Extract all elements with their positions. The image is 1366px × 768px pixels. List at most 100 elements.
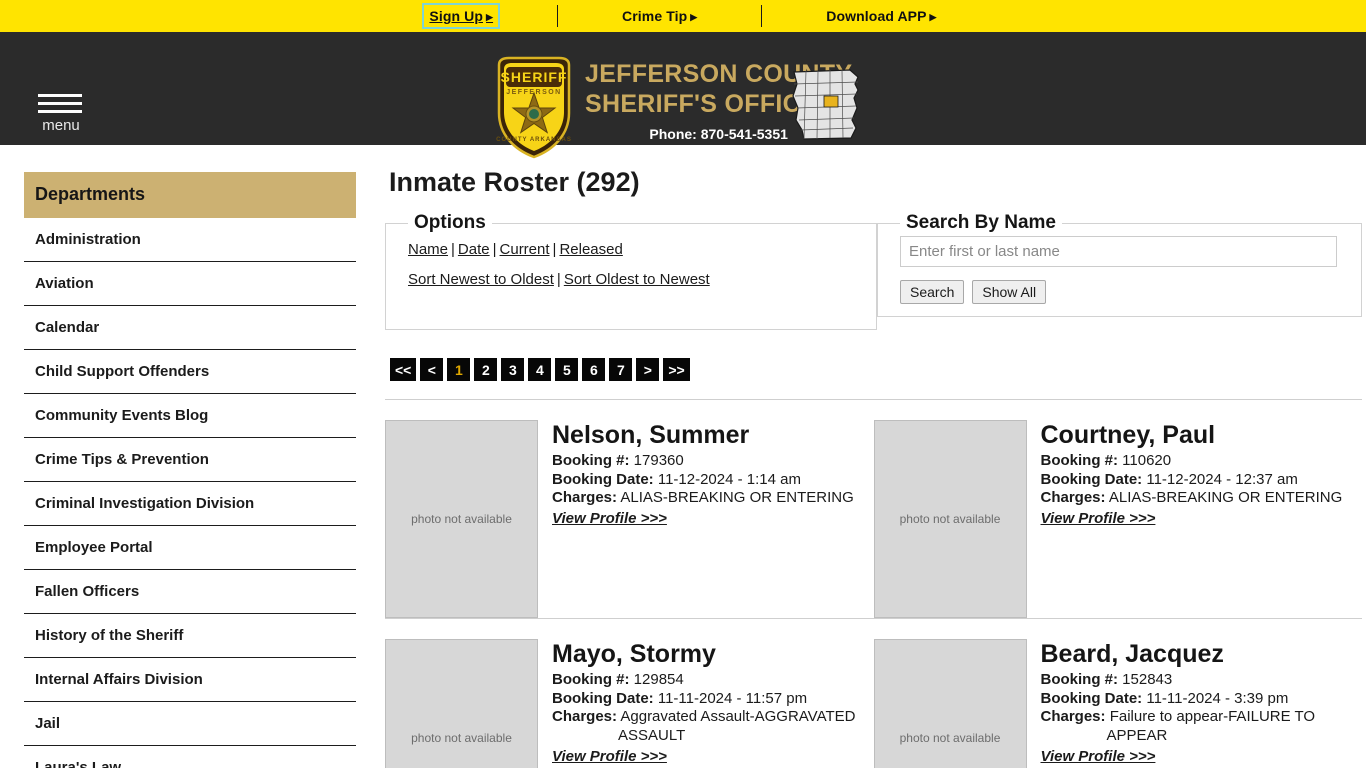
sidebar-item-jail[interactable]: Jail xyxy=(24,702,356,746)
view-profile-link[interactable]: View Profile >>> xyxy=(1041,748,1156,765)
pagination-page-3[interactable]: 3 xyxy=(501,358,525,381)
inmate-booking-number-line: Booking #: 179360 xyxy=(552,452,854,471)
pagination-page-2[interactable]: 2 xyxy=(474,358,498,381)
photo-placeholder-label: photo not available xyxy=(899,512,1001,526)
booking-number-value: 179360 xyxy=(633,452,684,470)
option-sort-newest-to-oldest-link[interactable]: Sort Newest to Oldest xyxy=(408,271,554,288)
option-separator: | xyxy=(451,241,455,258)
charges-label: Charges: xyxy=(1040,489,1106,507)
menu-button[interactable]: menu xyxy=(38,94,84,134)
sidebar-item-fallen-officers[interactable]: Fallen Officers xyxy=(24,570,356,614)
sidebar-item-child-support-offenders[interactable]: Child Support Offenders xyxy=(24,350,356,394)
pagination-next[interactable]: > xyxy=(636,358,660,381)
options-legend: Options xyxy=(414,212,486,233)
booking-date-label: Booking Date: xyxy=(1040,689,1143,707)
charges-label: Charges: xyxy=(552,489,618,507)
sidebar-item-employee-portal[interactable]: Employee Portal xyxy=(24,526,356,570)
booking-date-label: Booking Date: xyxy=(552,689,654,707)
option-released-link[interactable]: Released xyxy=(559,241,622,258)
charges-value: Aggravated Assault-AGGRAVATED ASSAULT xyxy=(618,708,856,745)
search-buttons: Search Show All xyxy=(900,280,1347,304)
inmate-roster: photo not available Nelson, Summer Booki… xyxy=(385,399,1362,768)
booking-number-value: 129854 xyxy=(633,671,684,689)
pagination-prev[interactable]: < xyxy=(420,358,444,381)
pagination-page-4[interactable]: 4 xyxy=(528,358,552,381)
inmate-info: Nelson, Summer Booking #: 179360 Booking… xyxy=(552,420,854,618)
main-content: Inmate Roster (292) Options Name | Date | Cu… xyxy=(385,167,1362,768)
inmate-info: Courtney, Paul Booking #: 110620 Booking… xyxy=(1041,420,1343,618)
booking-date-value: 11-12-2024 - 12:37 am xyxy=(1146,470,1298,488)
pagination-page-1[interactable]: 1 xyxy=(447,358,471,381)
view-profile-link[interactable]: View Profile >>> xyxy=(1041,510,1156,527)
photo-placeholder-label: photo not available xyxy=(899,731,1001,745)
sidebar-item-calendar[interactable]: Calendar xyxy=(24,306,356,350)
sidebar-item-internal-affairs-division[interactable]: Internal Affairs Division xyxy=(24,658,356,702)
inmate-name: Beard, Jacquez xyxy=(1040,640,1224,668)
signup-link[interactable]: Sign Up ▶ xyxy=(422,3,501,29)
view-profile-link[interactable]: View Profile >>> xyxy=(552,510,667,527)
booking-number-label: Booking #: xyxy=(1040,671,1119,689)
toolbar-panels: Options Name | Date | Current | Released Sort … xyxy=(385,212,1362,330)
option-separator: | xyxy=(492,241,497,258)
inmate-booking-date-line: Booking Date: 11-12-2024 - 12:37 am xyxy=(1041,471,1343,490)
download-app-link[interactable]: Download APP ▶ xyxy=(822,6,940,26)
option-current-link[interactable]: Current xyxy=(500,241,550,258)
booking-date-value: 11-12-2024 - 1:14 am xyxy=(657,470,801,488)
sidebar-item-administration[interactable]: Administration xyxy=(24,218,356,262)
caret-right-icon: ▶ xyxy=(929,12,937,22)
options-sort-links-row-2: Sort Newest to Oldest | Sort Oldest to New… xyxy=(408,266,862,294)
signup-link-label: Sign Up xyxy=(429,8,484,24)
search-input[interactable] xyxy=(900,236,1337,267)
booking-number-value: 110620 xyxy=(1122,452,1172,470)
arkansas-map-icon xyxy=(792,69,859,140)
sidebar-item-community-events-blog[interactable]: Community Events Blog xyxy=(24,394,356,438)
pagination-page-7[interactable]: 7 xyxy=(609,358,633,381)
inmate-booking-date-line: Booking Date: 11-11-2024 - 11:57 pm xyxy=(552,690,874,709)
inmate-charges-line: Charges: ALIAS-BREAKING OR ENTERING xyxy=(1041,489,1343,508)
booking-date-value: 11-11-2024 - 11:57 pm xyxy=(657,689,808,707)
roster-row: photo not available Mayo, Stormy Booking… xyxy=(385,639,1362,768)
search-button[interactable]: Search xyxy=(900,280,965,304)
roster-divider xyxy=(385,399,1362,400)
sidebar-item-crime-tips-prevention[interactable]: Crime Tips & Prevention xyxy=(24,438,356,482)
roster-divider xyxy=(385,618,1362,619)
roster-row: photo not available Nelson, Summer Booki… xyxy=(385,420,1362,618)
show-all-button[interactable]: Show All xyxy=(972,280,1047,304)
inmate-charges-line: Charges: Failure to appear-FAILURE TO AP… xyxy=(1041,708,1363,745)
inmate-photo-placeholder: photo not available xyxy=(385,420,538,618)
search-legend: Search By Name xyxy=(906,212,1056,233)
pagination-first[interactable]: << xyxy=(390,358,417,381)
option-separator: | xyxy=(552,241,557,258)
charges-label: Charges: xyxy=(552,708,618,726)
charges-label: Charges: xyxy=(1040,708,1106,726)
option-sort-oldest-to-newest-link[interactable]: Sort Oldest to Newest xyxy=(564,271,710,288)
inmate-card: photo not available Courtney, Paul Booki… xyxy=(873,420,1363,618)
topbar-links: Sign Up ▶ Crime Tip ▶ Download APP ▶ xyxy=(422,3,940,29)
caret-right-icon: ▶ xyxy=(690,12,698,22)
menu-button-label: menu xyxy=(42,117,80,134)
view-profile-link[interactable]: View Profile >>> xyxy=(552,748,667,765)
inmate-booking-number-line: Booking #: 129854 xyxy=(552,671,874,690)
sidebar-item-criminal-investigation-division[interactable]: Criminal Investigation Division xyxy=(24,482,356,526)
pagination-last[interactable]: >> xyxy=(663,358,690,381)
sidebar-item-lauras-law[interactable]: Laura's Law xyxy=(24,746,356,768)
inmate-name: Courtney, Paul xyxy=(1040,421,1216,449)
page-title: Inmate Roster (292) xyxy=(389,167,640,197)
inmate-photo-placeholder: photo not available xyxy=(385,639,538,768)
option-name-link[interactable]: Name xyxy=(408,241,448,258)
crime-tip-link[interactable]: Crime Tip ▶ xyxy=(618,6,701,26)
sidebar-item-aviation[interactable]: Aviation xyxy=(24,262,356,306)
topbar-divider-1 xyxy=(557,5,559,27)
option-date-link[interactable]: Date xyxy=(458,241,490,258)
charges-value: ALIAS-BREAKING OR ENTERING xyxy=(620,489,854,507)
sheriff-badge-icon: SHERIFF JEFFERSON COUNTY ARKANSAS xyxy=(496,56,571,159)
inmate-name: Mayo, Stormy xyxy=(552,640,716,668)
sidebar-item-history-of-the-sheriff[interactable]: History of the Sheriff xyxy=(24,614,356,658)
booking-date-value: 11-11-2024 - 3:39 pm xyxy=(1146,689,1289,707)
arkansas-map: ARKANSAS xyxy=(786,68,866,161)
inmate-name: Nelson, Summer xyxy=(552,421,750,449)
pagination: << < 1 2 3 4 5 6 7 > >> xyxy=(390,358,1362,381)
pagination-page-6[interactable]: 6 xyxy=(582,358,606,381)
departments-sidebar: Departments Administration Aviation Cale… xyxy=(24,172,356,768)
pagination-page-5[interactable]: 5 xyxy=(555,358,579,381)
